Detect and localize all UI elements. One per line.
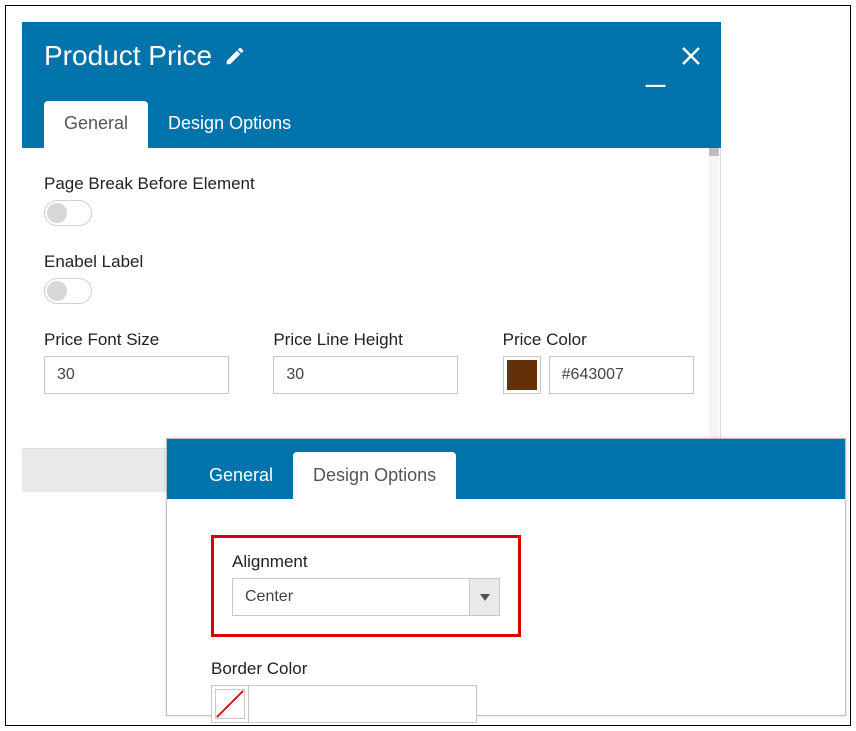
price-line-height-label: Price Line Height — [273, 330, 468, 350]
scrollbar[interactable] — [709, 148, 719, 448]
price-color-label: Price Color — [503, 330, 698, 350]
toggle-knob — [47, 281, 67, 301]
product-price-dialog: Product Price _ General Design Options P… — [22, 22, 721, 492]
dialog2-tabs: General Design Options — [189, 452, 456, 499]
alignment-select[interactable]: Center — [232, 578, 500, 616]
price-color-input[interactable] — [549, 356, 694, 394]
swatch-fill — [507, 360, 537, 390]
scrollbar-thumb[interactable] — [709, 148, 719, 156]
dropdown-button[interactable] — [469, 579, 499, 615]
dialog-title-row: Product Price — [44, 40, 699, 72]
chevron-down-icon — [480, 594, 490, 601]
price-fields-row: Price Font Size Price Line Height Price … — [44, 330, 698, 394]
alignment-label: Alignment — [232, 552, 500, 572]
page-break-toggle[interactable] — [44, 200, 92, 226]
price-font-size-label: Price Font Size — [44, 330, 239, 350]
dialog1-tabs: General Design Options — [44, 101, 311, 148]
tab-general[interactable]: General — [189, 452, 293, 499]
dialog2-body: Alignment Center Border Color — [167, 499, 845, 715]
border-color-input[interactable] — [249, 685, 477, 723]
price-color-swatch[interactable] — [503, 356, 541, 394]
border-color-label: Border Color — [211, 659, 801, 679]
screenshot-frame: Product Price _ General Design Options P… — [5, 5, 851, 726]
tab-design-options[interactable]: Design Options — [293, 452, 456, 499]
close-icon[interactable] — [679, 44, 703, 68]
dialog-header: Product Price _ General Design Options — [22, 22, 721, 148]
price-line-height-field: Price Line Height — [273, 330, 468, 394]
design-options-dialog: General Design Options Alignment Center — [166, 438, 846, 716]
footer-segment — [22, 449, 167, 492]
tab-general[interactable]: General — [44, 101, 148, 148]
enable-label-toggle[interactable] — [44, 278, 92, 304]
alignment-value: Center — [233, 579, 469, 615]
minimize-icon[interactable]: _ — [646, 52, 665, 86]
page-break-label: Page Break Before Element — [44, 174, 698, 194]
price-line-height-input[interactable] — [273, 356, 458, 394]
toggle-knob — [47, 203, 67, 223]
price-font-size-field: Price Font Size — [44, 330, 239, 394]
dialog-title: Product Price — [44, 40, 212, 72]
no-color-icon — [215, 689, 245, 719]
enable-label-label: Enabel Label — [44, 252, 698, 272]
border-color-swatch[interactable] — [211, 685, 249, 723]
dialog1-body: Page Break Before Element Enabel Label P… — [22, 148, 721, 448]
price-color-field: Price Color — [503, 330, 698, 394]
price-font-size-input[interactable] — [44, 356, 229, 394]
border-color-field: Border Color — [211, 659, 801, 723]
edit-icon[interactable] — [224, 45, 246, 67]
dialog2-header: General Design Options — [167, 439, 845, 499]
alignment-highlight: Alignment Center — [211, 535, 521, 637]
tab-design-options[interactable]: Design Options — [148, 101, 311, 148]
